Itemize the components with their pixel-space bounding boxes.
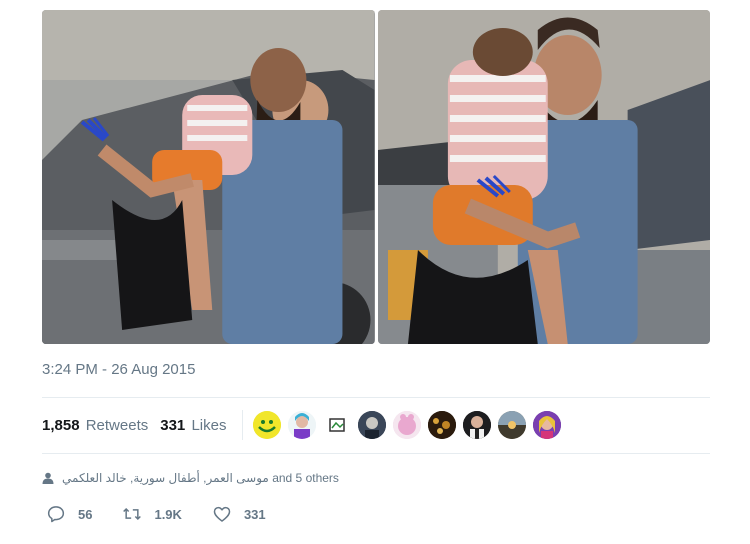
photo-right[interactable] <box>377 10 710 344</box>
likes-label: Likes <box>191 416 227 434</box>
avatar-sunset-landscape[interactable] <box>498 411 527 439</box>
reply-icon <box>47 506 65 523</box>
avatar-yellow-smiley[interactable] <box>253 411 282 439</box>
tweet-media <box>42 10 710 344</box>
stats-separator <box>242 410 244 440</box>
photo-left[interactable] <box>42 10 375 344</box>
retweets-label: Retweets <box>85 416 149 434</box>
retweet-button[interactable]: 1.9K <box>122 504 182 524</box>
tweet-stats: 1,858 Retweets 331 Likes <box>42 405 568 445</box>
photo-right-image <box>377 10 710 344</box>
retweets-count: 1,858 <box>42 416 80 434</box>
avatar-pink-cartoon[interactable] <box>393 411 422 439</box>
tweet-actions: 56 1.9K 331 <box>46 504 296 524</box>
retweet-icon <box>123 507 142 521</box>
avatar-suit-portrait[interactable] <box>463 411 492 439</box>
heart-icon <box>213 506 231 522</box>
avatar-cyan-portrait[interactable] <box>288 411 317 439</box>
likes-stat[interactable]: 331 Likes <box>160 417 226 434</box>
avatar-night-scene[interactable] <box>428 411 457 439</box>
divider-top <box>42 397 710 398</box>
retweets-stat[interactable]: 1,858 Retweets <box>42 417 148 434</box>
avatar-dark-portrait[interactable] <box>358 411 387 439</box>
like-count: 331 <box>243 506 266 522</box>
avatar-sticker-logo[interactable] <box>323 411 352 439</box>
like-button[interactable]: 331 <box>212 504 266 524</box>
avatar-colorful-portrait[interactable] <box>533 411 562 439</box>
mention-context: موسى العمر, أطفال سورية, خالد العلكمي an… <box>42 471 339 485</box>
person-icon <box>42 472 54 484</box>
reply-button[interactable]: 56 <box>46 504 92 524</box>
tweet-timestamp[interactable]: 3:24 PM - 26 Aug 2015 <box>42 361 195 378</box>
liked-by-avatars <box>253 411 568 439</box>
retweet-count: 1.9K <box>154 506 182 522</box>
photo-left-image <box>42 10 375 344</box>
mention-others[interactable]: and 5 others <box>272 471 339 485</box>
divider-bottom <box>42 453 710 454</box>
mention-names[interactable]: موسى العمر, أطفال سورية, خالد العلكمي <box>62 471 269 485</box>
likes-count: 331 <box>160 416 186 434</box>
reply-count: 56 <box>78 506 93 522</box>
